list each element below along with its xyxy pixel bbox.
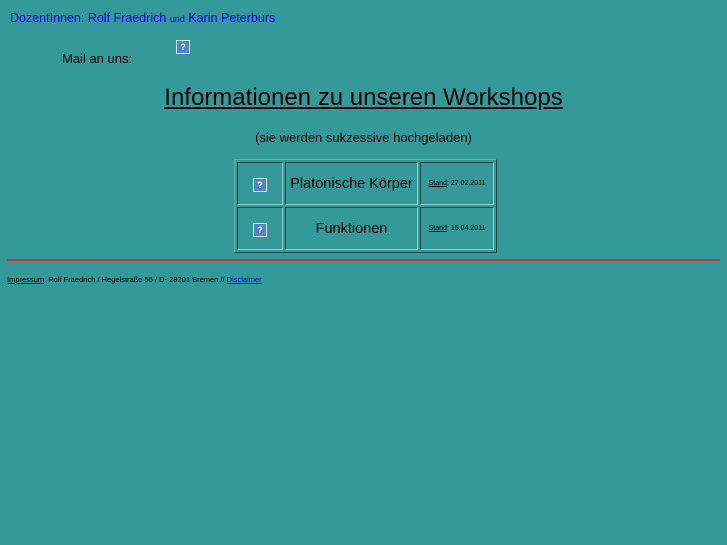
divider-rule: [7, 259, 720, 261]
disclaimer-link[interactable]: Disclaimer: [227, 275, 262, 284]
stand-label[interactable]: Stand: [429, 180, 447, 187]
workshop-row: ? Platonische Körper Stand: 27.02.2011: [237, 162, 494, 205]
mail-image-icon[interactable]: ?: [176, 40, 190, 54]
workshop-name: Funktionen: [285, 207, 418, 250]
page-header: DozentInnen: Rolf Fraedrich und Karin Pe…: [10, 11, 275, 25]
broken-image-icon[interactable]: ?: [253, 177, 267, 192]
page-title: Informationen zu unseren Workshops: [0, 84, 727, 112]
workshop-name: Platonische Körper: [285, 162, 418, 205]
header-name2: Karin Peterburs: [188, 11, 276, 25]
page-subtitle: (sie werden sukzessive hochgeladen): [255, 130, 472, 145]
workshop-icon-cell: ?: [237, 207, 283, 250]
stand-label[interactable]: Stand: [429, 225, 447, 232]
workshops-table: ? Platonische Körper Stand: 27.02.2011 ?…: [234, 159, 497, 253]
footer-address: : Rolf Fraedrich / Hegelstraße 55 / D- 2…: [44, 275, 227, 284]
mail-label: Mail an uns:: [62, 51, 133, 66]
header-und: und: [169, 14, 185, 24]
workshop-stand: Stand: 15.04.2011: [420, 207, 494, 250]
impressum-label: Impressum: [7, 275, 45, 284]
header-prefix: DozentInnen: Rolf Fraedrich: [10, 11, 167, 25]
footer: Impressum: Rolf Fraedrich / Hegelstraße …: [7, 275, 262, 284]
broken-image-icon[interactable]: ?: [253, 222, 267, 237]
page-title-text: Informationen zu unseren Workshops: [164, 84, 563, 111]
workshop-icon-cell: ?: [237, 162, 283, 205]
workshop-stand: Stand: 27.02.2011: [420, 162, 494, 205]
stand-date: : 27.02.2011: [446, 180, 486, 187]
workshop-row: ? Funktionen Stand: 15.04.2011: [237, 207, 494, 250]
stand-date: : 15.04.2011: [446, 225, 486, 232]
